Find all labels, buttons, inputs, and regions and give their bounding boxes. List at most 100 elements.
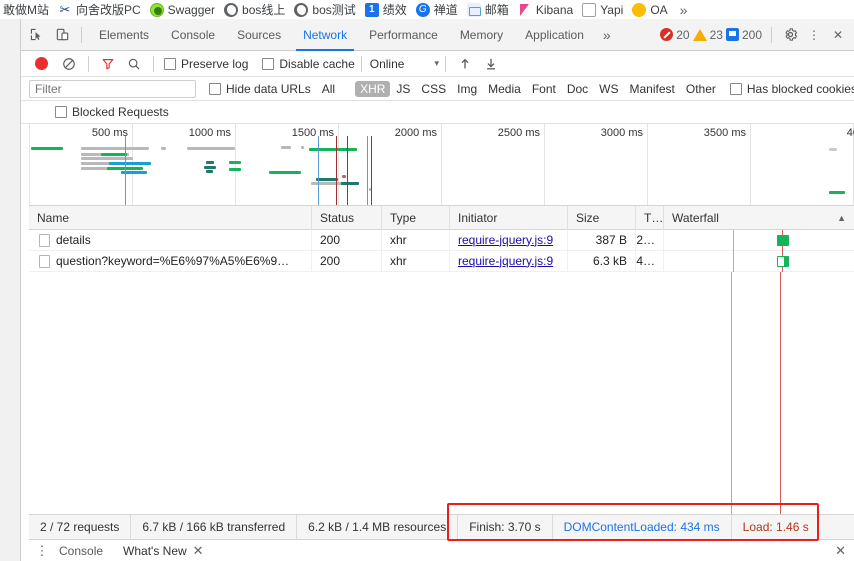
waterfall-dcl-line (733, 250, 734, 272)
import-har-icon[interactable] (452, 53, 478, 75)
initiator-link[interactable]: require-jquery.js:9 (458, 254, 553, 268)
blocked-requests-checkbox[interactable]: Blocked Requests (55, 105, 169, 119)
filter-type-other[interactable]: Other (681, 81, 721, 97)
bookmark-label: Kibana (535, 2, 574, 17)
toolbar-divider (81, 26, 82, 43)
tab-application[interactable]: Application (514, 19, 595, 51)
disable-cache-checkbox[interactable]: Disable cache (262, 57, 355, 71)
export-har-icon[interactable] (478, 53, 504, 75)
filter-type-ws[interactable]: WS (594, 81, 623, 97)
drawer-more-options-icon[interactable]: ⋮ (35, 544, 49, 557)
cell-initiator[interactable]: require-jquery.js:9 (450, 250, 568, 272)
overview-band (206, 161, 214, 164)
warning-counter[interactable]: 23 (692, 28, 723, 42)
filter-type-manifest[interactable]: Manifest (625, 81, 680, 97)
mail-icon (466, 2, 481, 17)
bookmark-item-bos-prod[interactable]: bos线上 (221, 0, 291, 19)
bookmark-item-pc[interactable]: ✂ 向舍改版PC (55, 0, 147, 19)
column-header-type[interactable]: Type (382, 206, 450, 230)
preserve-log-checkbox[interactable]: Preserve log (164, 57, 248, 71)
bookmark-label: bos线上 (242, 3, 286, 17)
inspect-element-icon[interactable] (23, 22, 49, 48)
record-button[interactable] (35, 57, 48, 70)
column-header-size[interactable]: Size (568, 206, 636, 230)
bookmark-item-bos-test[interactable]: bos测试 (291, 0, 361, 19)
cell-initiator[interactable]: require-jquery.js:9 (450, 230, 568, 251)
column-header-time[interactable]: T… (636, 206, 664, 230)
cell-status: 200 (312, 230, 382, 251)
column-header-name[interactable]: Name (29, 206, 312, 230)
blocked-requests-bar: Blocked Requests (21, 101, 854, 124)
cell-size: 387 B (568, 230, 636, 251)
bookmark-item-zentao[interactable]: G 禅道 (413, 0, 464, 19)
filter-type-xhr[interactable]: XHR (355, 80, 391, 97)
tab-overflow-button[interactable]: » (595, 19, 619, 51)
filter-input[interactable] (29, 79, 196, 98)
filter-type-font[interactable]: Font (527, 81, 561, 97)
throttling-value: Online (369, 56, 405, 71)
column-header-waterfall[interactable]: Waterfall ▲ (664, 206, 854, 230)
has-blocked-cookies-checkbox[interactable]: Has blocked cookies (729, 82, 854, 96)
initiator-link[interactable]: require-jquery.js:9 (458, 233, 553, 247)
bookmark-item-kibana[interactable]: Kibana (515, 0, 579, 19)
overview-band (829, 148, 837, 151)
drawer-tab-console[interactable]: Console (49, 540, 113, 561)
sort-ascending-icon: ▲ (837, 212, 846, 223)
bookmark-item-swagger[interactable]: Swagger (147, 0, 221, 19)
bookmarks-overflow-button[interactable]: » (674, 2, 694, 18)
bookmark-label: 禅道 (433, 3, 458, 17)
hide-data-urls-checkbox[interactable]: Hide data URLs (209, 82, 311, 96)
devtools-tabbar-right: 20 23 200 ⋮ ✕ (660, 23, 854, 47)
overview-band (301, 146, 304, 149)
filter-type-img[interactable]: Img (452, 81, 482, 97)
bookmark-item-performance[interactable]: 1 绩效 (362, 0, 413, 19)
tab-network[interactable]: Network (292, 19, 358, 51)
search-icon[interactable] (121, 53, 147, 75)
gear-icon[interactable] (778, 23, 802, 47)
clear-icon[interactable] (56, 53, 82, 75)
bookmark-item-mail[interactable]: 邮箱 (464, 0, 515, 19)
bookmark-item-yapi[interactable]: Yapi (579, 0, 629, 19)
table-row[interactable]: question?keyword=%E6%97%A5%E6%9… 200 xhr… (29, 250, 854, 272)
close-devtools-icon[interactable]: ✕ (826, 23, 850, 47)
tab-performance[interactable]: Performance (358, 19, 449, 51)
yapi-icon (582, 2, 597, 17)
tab-sources[interactable]: Sources (226, 19, 292, 51)
tab-console[interactable]: Console (160, 19, 226, 51)
bookmark-item-oa[interactable]: OA (629, 0, 673, 19)
filter-type-all[interactable]: All (317, 81, 340, 97)
bookmark-item-mstation[interactable]: 敢做M站 (0, 0, 55, 19)
overview-band (229, 161, 241, 164)
cell-waterfall (664, 250, 854, 272)
bos-icon (224, 2, 239, 17)
tab-elements[interactable]: Elements (88, 19, 160, 51)
table-row[interactable]: details 200 xhr require-jquery.js:9 387 … (29, 230, 854, 251)
checkbox-box (729, 82, 742, 95)
column-header-status[interactable]: Status (312, 206, 382, 230)
tab-memory[interactable]: Memory (449, 19, 514, 51)
drawer-tab-whats-new[interactable]: What's New (113, 540, 197, 561)
cell-name[interactable]: question?keyword=%E6%97%A5%E6%9… (29, 250, 312, 272)
filter-type-css[interactable]: CSS (416, 81, 451, 97)
filter-type-media[interactable]: Media (483, 81, 526, 97)
more-options-icon[interactable]: ⋮ (802, 23, 826, 47)
drawer-close-icon[interactable]: ✕ (835, 543, 854, 559)
filter-type-js[interactable]: JS (391, 81, 415, 97)
toggle-device-toolbar-icon[interactable] (49, 22, 75, 48)
cell-name[interactable]: details (29, 230, 312, 251)
blue-one-icon: 1 (364, 2, 379, 17)
throttling-select[interactable]: Online ▾ (370, 57, 439, 71)
info-counter[interactable]: 200 (725, 28, 762, 42)
column-header-initiator[interactable]: Initiator (450, 206, 568, 230)
filter-type-doc[interactable]: Doc (562, 81, 593, 97)
toolbar-divider (88, 55, 89, 72)
network-overview-timeline[interactable]: 500 ms 1000 ms 1500 ms 2000 ms 2500 ms 3… (29, 124, 854, 206)
bookmark-label: Swagger (167, 2, 216, 17)
checkbox-box (164, 57, 176, 70)
filter-icon[interactable] (95, 53, 121, 75)
waterfall-dcl-line-ext (731, 272, 732, 514)
overview-load-line (336, 136, 337, 205)
drawer-tab-close-icon[interactable]: ✕ (193, 543, 204, 559)
cell-type: xhr (382, 250, 450, 272)
error-counter[interactable]: 20 (660, 28, 690, 42)
